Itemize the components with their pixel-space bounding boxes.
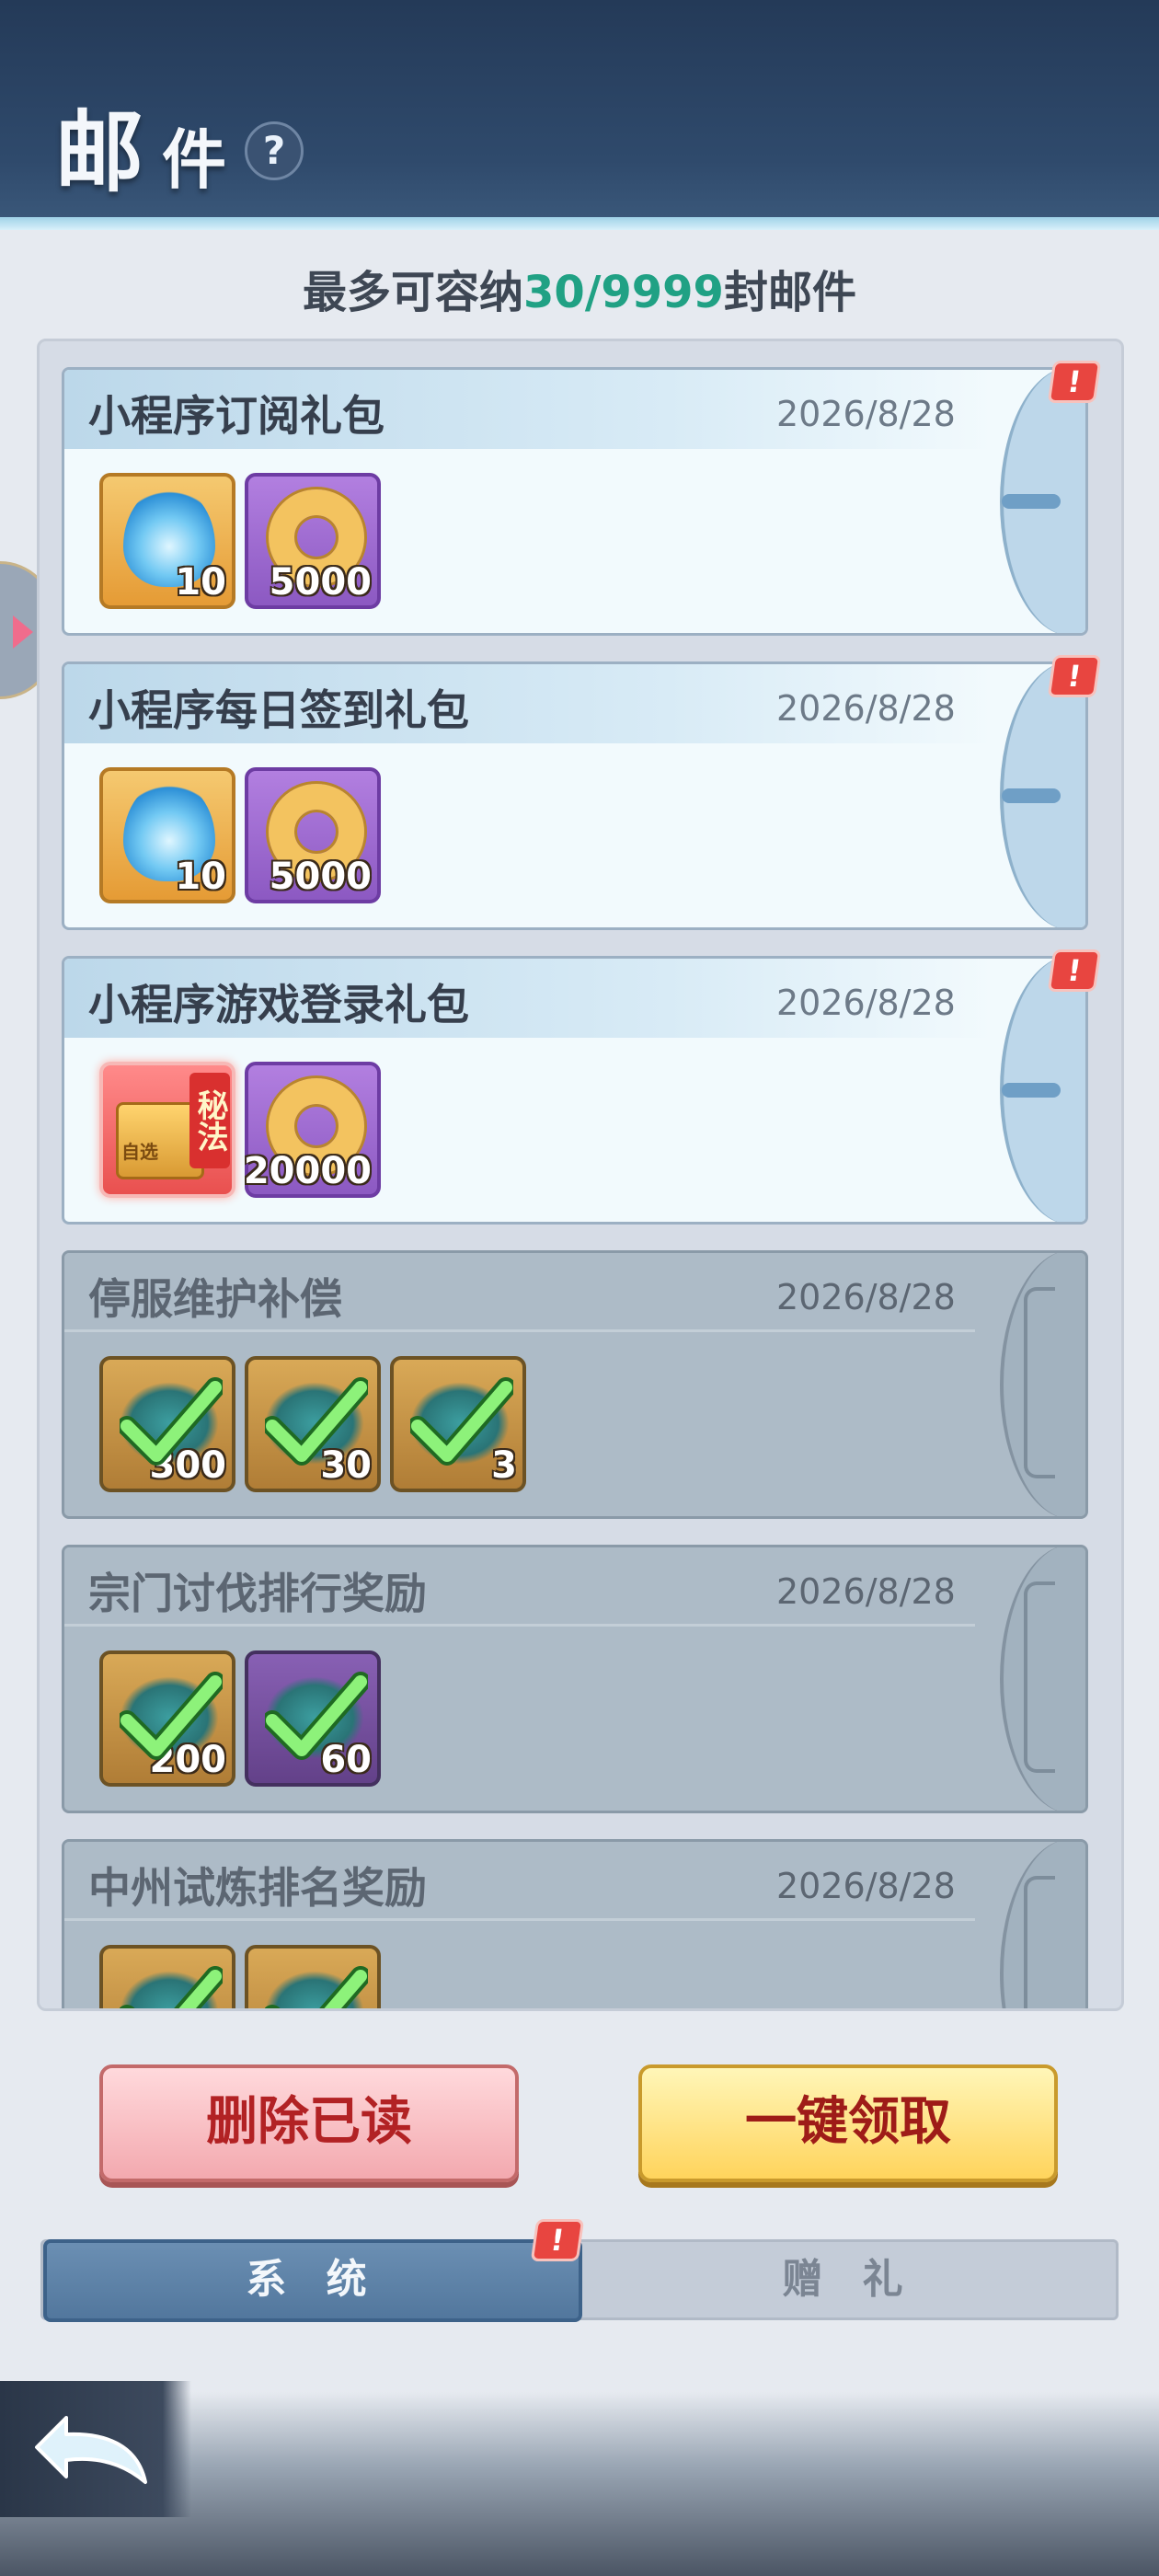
envelope-flap-open: [1000, 1547, 1085, 1811]
envelope-flap: [1000, 959, 1085, 1222]
page-title-second-char: 件: [162, 122, 226, 198]
reward-item[interactable]: 5000: [245, 473, 381, 609]
mail-date: 2026/8/28: [776, 1277, 956, 1317]
claimed-check-icon: [265, 1672, 368, 1760]
claimed-check-icon: [120, 1672, 223, 1760]
unread-badge-icon: !: [1047, 949, 1102, 992]
mail-item-read[interactable]: 停服维护补偿 2026/8/28 300 30 3: [62, 1250, 1088, 1519]
system-tab-badge-icon: !: [530, 2219, 585, 2261]
capacity-suffix: 封邮件: [723, 267, 856, 318]
envelope-flap: [1000, 370, 1085, 633]
reward-item-claimed: 60: [245, 1650, 381, 1787]
mail-item[interactable]: 小程序游戏登录礼包 2026/8/28 自选 秘法 20000: [62, 956, 1088, 1225]
claimed-check-icon: [410, 1377, 513, 1466]
reward-item-claimed: [99, 1945, 235, 2008]
mail-date: 2026/8/28: [776, 1571, 956, 1612]
reward-item-claimed: 300: [99, 1356, 235, 1492]
mail-date: 2026/8/28: [776, 983, 956, 1023]
mail-capacity-text: 最多可容纳30/9999封邮件: [0, 256, 1159, 320]
unread-badge-icon: !: [1047, 655, 1102, 697]
secret-method-tag: 秘法: [189, 1073, 230, 1168]
item-quantity: 5000: [269, 561, 372, 604]
help-icon: ?: [262, 128, 286, 173]
mail-item[interactable]: 小程序每日签到礼包 2026/8/28 10 5000: [62, 661, 1088, 930]
reward-item[interactable]: 自选 秘法: [99, 1062, 235, 1198]
item-quantity: 10: [175, 561, 226, 604]
mail-date: 2026/8/28: [776, 688, 956, 729]
back-arrow-icon: [35, 2416, 147, 2484]
header-bar: 邮 件 ?: [0, 0, 1159, 230]
mail-date: 2026/8/28: [776, 1866, 956, 1906]
tab-gift[interactable]: 赠 礼: [582, 2242, 1116, 2317]
reward-item[interactable]: 10: [99, 473, 235, 609]
optional-tag: 自选: [121, 1141, 158, 1163]
envelope-seal-icon: [1002, 788, 1061, 803]
item-quantity: 5000: [269, 856, 372, 898]
page-title: 邮: [55, 101, 147, 204]
mail-item[interactable]: 小程序订阅礼包 2026/8/28 10 5000: [62, 367, 1088, 636]
claimed-check-icon: [120, 1377, 223, 1466]
reward-item-claimed: [245, 1945, 381, 2008]
envelope-seal-icon: [1002, 494, 1061, 509]
envelope-flap: [1000, 664, 1085, 927]
item-quantity: 20000: [243, 1150, 372, 1192]
capacity-prefix: 最多可容纳: [303, 267, 524, 318]
reward-item-claimed: 3: [390, 1356, 526, 1492]
envelope-flap-open: [1000, 1253, 1085, 1516]
mail-date: 2026/8/28: [776, 394, 956, 434]
reward-item[interactable]: 5000: [245, 767, 381, 903]
mail-item-read[interactable]: 中州试炼排名奖励 2026/8/28: [62, 1839, 1088, 2008]
unread-badge-icon: !: [1047, 361, 1102, 403]
claim-all-button[interactable]: 一键领取: [638, 2064, 1058, 2182]
back-button[interactable]: [0, 2381, 191, 2517]
tab-system[interactable]: 系 统: [43, 2239, 582, 2322]
delete-read-button[interactable]: 删除已读: [99, 2064, 519, 2182]
capacity-count: 30/9999: [523, 267, 724, 318]
envelope-flap-open: [1000, 1842, 1085, 2008]
envelope-seal-icon: [1002, 1083, 1061, 1098]
claimed-check-icon: [265, 1966, 368, 2008]
mail-title: 中州试炼排名奖励: [88, 1863, 427, 1913]
mail-title: 小程序订阅礼包: [88, 391, 384, 441]
claimed-check-icon: [265, 1377, 368, 1466]
mail-title: 小程序游戏登录礼包: [88, 980, 469, 1029]
reward-item-claimed: 30: [245, 1356, 381, 1492]
mail-title: 小程序每日签到礼包: [88, 685, 469, 735]
claimed-check-icon: [120, 1966, 223, 2008]
reward-item[interactable]: 20000: [243, 1062, 381, 1198]
help-button[interactable]: ?: [245, 121, 304, 180]
mail-title: 宗门讨伐排行奖励: [88, 1569, 427, 1618]
item-quantity: 10: [175, 856, 226, 898]
mail-item-read[interactable]: 宗门讨伐排行奖励 2026/8/28 200 60: [62, 1545, 1088, 1813]
mail-list[interactable]: 小程序订阅礼包 2026/8/28 10 5000 小程序每日签到礼包 2026…: [37, 339, 1124, 2011]
reward-item[interactable]: 10: [99, 767, 235, 903]
mail-title: 停服维护补偿: [88, 1274, 342, 1324]
reward-item-claimed: 200: [99, 1650, 235, 1787]
